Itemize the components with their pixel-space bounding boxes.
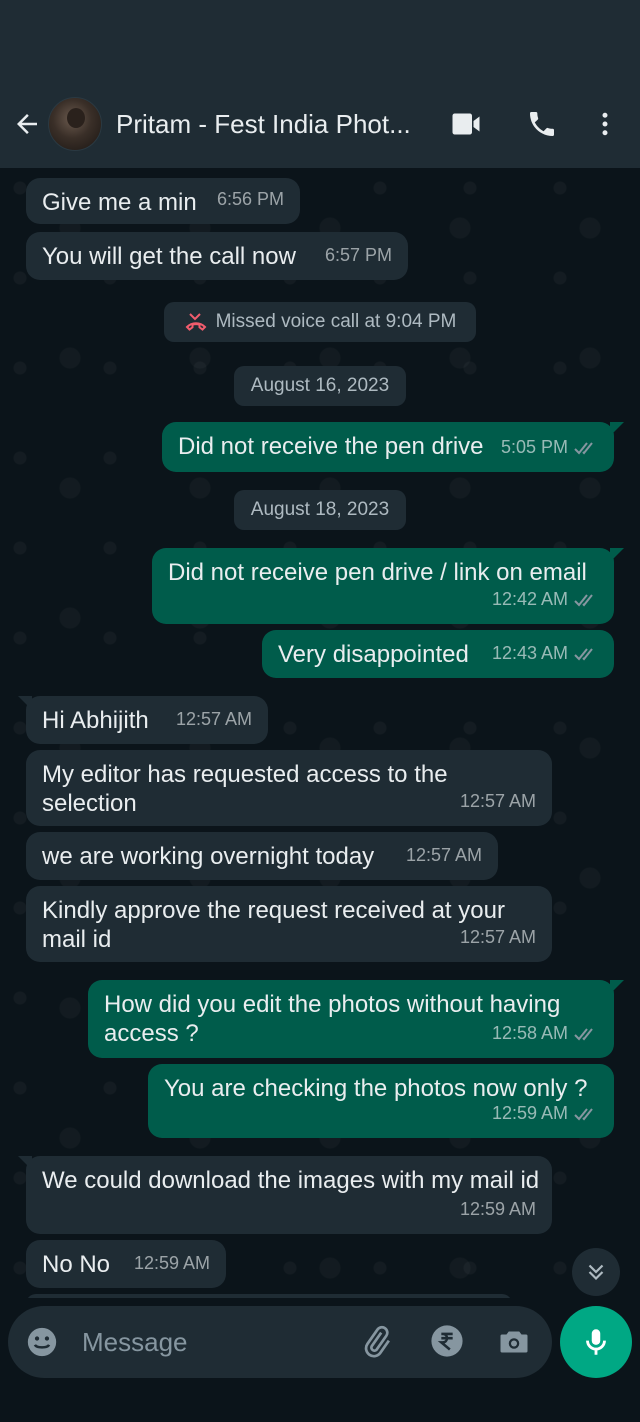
- message-bubble[interactable]: Give me a min 6:56 PM: [26, 178, 300, 224]
- message-text: we are working overnight today: [42, 843, 375, 870]
- message-time: 12:58 AM: [492, 1019, 598, 1048]
- read-ticks-icon: [574, 647, 593, 660]
- video-call-button[interactable]: [446, 80, 486, 168]
- attach-button[interactable]: [358, 1324, 394, 1365]
- date-label: August 16, 2023: [250, 375, 390, 396]
- message-bubble[interactable]: Did not receive the pen drive 5:05 PM: [162, 422, 624, 472]
- read-ticks-icon: [574, 1107, 593, 1120]
- message-bubble[interactable]: we are working overnight today 12:57 AM: [26, 832, 498, 880]
- contact-name[interactable]: Pritam - Fest India Phot...: [116, 109, 426, 140]
- avatar[interactable]: [48, 97, 102, 151]
- message-text: My editor has requested access to the se…: [42, 761, 448, 817]
- chat-area[interactable]: Give me a min 6:56 PM You will get the c…: [0, 168, 640, 1298]
- message-bubble[interactable]: We could download the images with my mai…: [18, 1156, 552, 1234]
- back-arrow-icon: [17, 114, 37, 134]
- message-bubble[interactable]: No No 12:59 AM: [26, 1240, 226, 1288]
- message-time: 12:59 AM: [459, 1199, 536, 1219]
- message-text: No No: [42, 1251, 111, 1278]
- message-time-text: 12:59 AM: [491, 1103, 568, 1123]
- date-label: August 18, 2023: [250, 499, 390, 520]
- message-text: Very disappointed: [278, 641, 469, 668]
- emoji-button[interactable]: [24, 1324, 60, 1360]
- double-chevron-down-icon: [588, 1264, 604, 1281]
- message-time: 12:43 AM: [492, 639, 598, 668]
- message-bubble[interactable]: Hi Abhijith 12:57 AM: [18, 696, 268, 744]
- message-time: 6:56 PM: [216, 189, 284, 209]
- message-time: 12:57 AM: [459, 791, 536, 811]
- read-ticks-icon: [574, 1027, 593, 1040]
- payment-button[interactable]: [430, 1324, 464, 1363]
- camera-button[interactable]: [496, 1324, 532, 1365]
- missed-call-text: Missed voice call at 9:04 PM: [215, 311, 457, 332]
- message-time-text: 12:58 AM: [491, 1023, 568, 1043]
- message-bubble[interactable]: How did you edit the photos without havi…: [88, 980, 624, 1058]
- message-time-text: 12:43 AM: [491, 643, 568, 663]
- message-bubble[interactable]: You will get the call now 6:57 PM: [26, 232, 408, 280]
- message-text: Hi Abhijith: [42, 707, 149, 734]
- message-time: 12:59 AM: [492, 1099, 598, 1128]
- date-separator: August 16, 2023: [234, 366, 406, 406]
- message-time: 12:42 AM: [492, 585, 598, 614]
- scroll-to-bottom-button[interactable]: [572, 1248, 620, 1296]
- video-call-icon: [452, 113, 480, 135]
- microphone-icon: [586, 1329, 606, 1355]
- message-input-placeholder[interactable]: Message: [82, 1327, 188, 1358]
- date-separator: August 18, 2023: [234, 490, 406, 530]
- message-text: Kindly approve the request received at y…: [42, 897, 505, 953]
- message-time: 12:57 AM: [175, 709, 252, 729]
- message-text: You will get the call now: [42, 243, 296, 270]
- menu-button[interactable]: [590, 80, 620, 168]
- voice-call-icon: [530, 112, 554, 136]
- message-text: Give me a min: [42, 189, 197, 216]
- message-time-text: 12:42 AM: [491, 589, 568, 609]
- message-time: 6:57 PM: [324, 245, 392, 265]
- message-time: 12:59 AM: [133, 1253, 210, 1273]
- emoji-icon: [27, 1327, 57, 1357]
- message-text: Did not receive the pen drive: [178, 433, 484, 460]
- message-time: 5:05 PM: [501, 433, 598, 462]
- voice-call-button[interactable]: [522, 80, 562, 168]
- missed-call-icon: [185, 313, 207, 331]
- read-ticks-icon: [574, 441, 593, 454]
- message-time-text: 5:05 PM: [500, 437, 568, 457]
- message-text: You are checking the photos now only ?: [164, 1075, 588, 1102]
- message-bubble[interactable]: My editor has requested access to the se…: [26, 750, 552, 826]
- back-button[interactable]: [6, 80, 48, 168]
- chat-header: Pritam - Fest India Phot...: [0, 80, 640, 168]
- message-time: 12:57 AM: [405, 845, 482, 865]
- missed-call-notice[interactable]: Missed voice call at 9:04 PM: [164, 302, 476, 342]
- status-bar: [0, 0, 640, 80]
- more-vert-icon: [602, 112, 608, 136]
- composer-bar: Message: [0, 1298, 640, 1422]
- message-bubble[interactable]: Very disappointed 12:43 AM: [262, 630, 614, 678]
- message-text: Did not receive pen drive / link on emai…: [168, 559, 587, 586]
- camera-icon: [500, 1331, 528, 1353]
- voice-message-button[interactable]: [560, 1306, 632, 1378]
- paperclip-icon: [364, 1325, 390, 1358]
- message-bubble[interactable]: Did not receive pen drive / link on emai…: [152, 548, 624, 624]
- message-text: We could download the images with my mai…: [42, 1167, 540, 1194]
- message-input-box[interactable]: Message: [8, 1306, 552, 1378]
- read-ticks-icon: [574, 593, 593, 606]
- message-bubble[interactable]: You are checking the photos now only ? 1…: [148, 1064, 614, 1138]
- message-time: 12:57 AM: [459, 927, 536, 947]
- message-bubble[interactable]: Kindly approve the request received at y…: [26, 886, 552, 962]
- rupee-icon: [431, 1325, 463, 1357]
